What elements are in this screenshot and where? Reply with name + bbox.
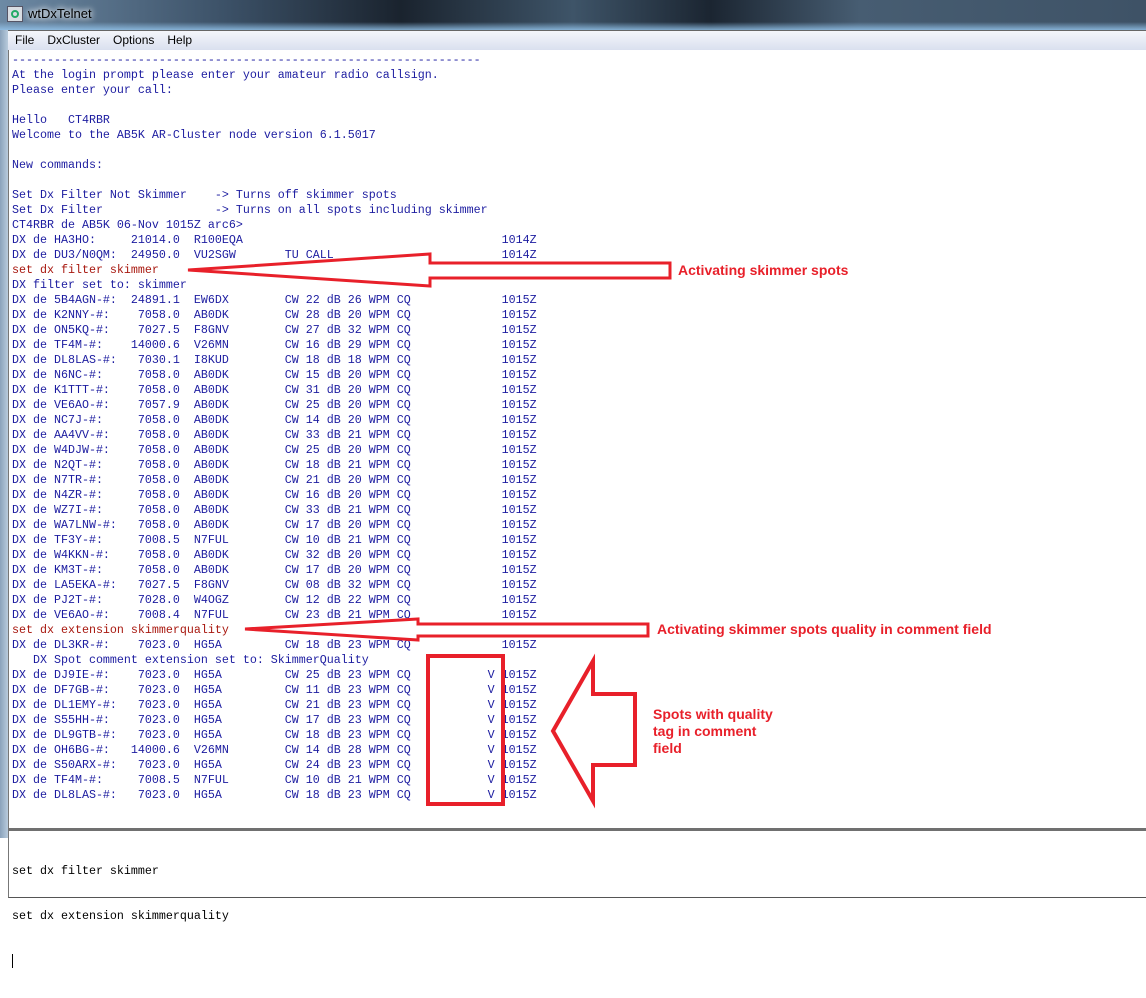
annotation-quality-line: field [653, 740, 682, 756]
text-caret [12, 954, 13, 968]
annotation-filter-label: Activating skimmer spots [678, 262, 849, 278]
arrow-filter-annotation [187, 252, 672, 288]
annotation-overlay [187, 252, 672, 809]
annotation-quality-line: tag in comment [653, 723, 757, 739]
quality-tag-highlight-box [426, 654, 505, 806]
annotation-extension-label: Activating skimmer spots quality in comm… [657, 621, 992, 637]
annotation-quality-label: Spots with quality tag in comment field [653, 706, 773, 757]
arrow-extension-annotation [244, 617, 650, 642]
annotation-quality-line: Spots with quality [653, 706, 773, 722]
arrow-quality-annotation [550, 653, 637, 809]
